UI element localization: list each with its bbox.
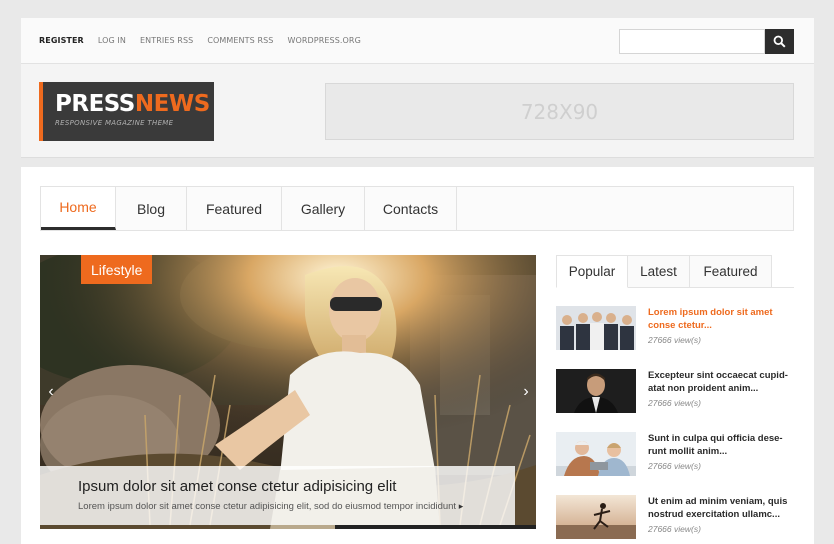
post-thumbnail[interactable]	[556, 495, 636, 539]
main-content: Home Blog Featured Gallery Contacts Life…	[21, 167, 814, 544]
logo-wordmark: PRESSNEWS	[55, 90, 214, 118]
tab-popular[interactable]: Popular	[556, 255, 628, 288]
post-views: 27666 view(s)	[648, 461, 701, 471]
entries-rss-link[interactable]: ENTRIES RSS	[140, 36, 193, 45]
list-item[interactable]: Lorem ipsum dolor sit amet conse ctetur.…	[556, 306, 796, 352]
post-title[interactable]: Ut enim ad minim veniam, quis nostrud ex…	[648, 495, 796, 521]
logo-press: PRESS	[55, 91, 135, 117]
couple-laptop-image	[556, 432, 636, 476]
slide-title[interactable]: Ipsum dolor sit amet conse ctetur adipis…	[78, 478, 515, 495]
comments-rss-link[interactable]: COMMENTS RSS	[207, 36, 273, 45]
wordpress-org-link[interactable]: WORDPRESS.ORG	[287, 36, 360, 45]
post-views: 27666 view(s)	[648, 398, 701, 408]
runner-beach-image	[556, 495, 636, 539]
sidebar-tabs: Popular Latest Featured	[556, 255, 794, 288]
post-thumbnail[interactable]	[556, 306, 636, 350]
business-team-image	[556, 306, 636, 350]
businessman-image	[556, 369, 636, 413]
slide-excerpt: Lorem ipsum dolor sit amet conse ctetur …	[78, 501, 515, 512]
category-badge[interactable]: Lifestyle	[81, 255, 153, 284]
read-more-icon[interactable]: ▸	[459, 501, 464, 511]
post-views: 27666 view(s)	[648, 524, 701, 534]
ad-banner[interactable]: 728X90	[325, 83, 794, 140]
nav-home[interactable]: Home	[41, 187, 116, 230]
slider-next-arrow[interactable]: ›	[519, 382, 533, 402]
post-thumbnail[interactable]	[556, 369, 636, 413]
post-thumbnail[interactable]	[556, 432, 636, 476]
search-icon	[773, 35, 786, 48]
logo-news: NEWS	[134, 91, 210, 117]
top-bar: REGISTER LOG IN ENTRIES RSS COMMENTS RSS…	[21, 18, 814, 64]
search-input[interactable]	[619, 29, 765, 54]
logo-tagline: RESPONSIVE MAGAZINE THEME	[55, 119, 174, 127]
list-item[interactable]: Excepteur sint occaecat cupid-atat non p…	[556, 369, 796, 415]
register-link[interactable]: REGISTER	[39, 36, 84, 45]
featured-slider[interactable]: Lifestyle ‹ › Ipsum dolor sit amet conse…	[40, 255, 536, 529]
tab-latest[interactable]: Latest	[628, 255, 690, 288]
nav-blog[interactable]: Blog	[116, 187, 187, 230]
login-link[interactable]: LOG IN	[98, 36, 126, 45]
site-header: PRESSNEWS RESPONSIVE MAGAZINE THEME 728X…	[21, 64, 814, 158]
list-item[interactable]: Ut enim ad minim veniam, quis nostrud ex…	[556, 495, 796, 541]
nav-contacts[interactable]: Contacts	[365, 187, 457, 230]
slide-caption: Ipsum dolor sit amet conse ctetur adipis…	[40, 466, 515, 525]
ad-banner-label: 728X90	[520, 99, 599, 124]
tab-featured[interactable]: Featured	[690, 255, 772, 288]
nav-gallery[interactable]: Gallery	[282, 187, 365, 230]
post-title[interactable]: Excepteur sint occaecat cupid-atat non p…	[648, 369, 796, 395]
list-item[interactable]: Sunt in culpa qui officia dese-runt moll…	[556, 432, 796, 478]
slider-progress-bar	[335, 525, 536, 529]
nav-featured[interactable]: Featured	[187, 187, 282, 230]
post-views: 27666 view(s)	[648, 335, 701, 345]
slide-excerpt-text: Lorem ipsum dolor sit amet conse ctetur …	[78, 501, 457, 512]
top-links: REGISTER LOG IN ENTRIES RSS COMMENTS RSS…	[39, 36, 361, 45]
post-title[interactable]: Lorem ipsum dolor sit amet conse ctetur.…	[648, 306, 796, 332]
search-form	[619, 29, 794, 54]
main-nav: Home Blog Featured Gallery Contacts	[40, 186, 794, 231]
post-title[interactable]: Sunt in culpa qui officia dese-runt moll…	[648, 432, 796, 458]
slider-prev-arrow[interactable]: ‹	[44, 382, 58, 402]
site-logo[interactable]: PRESSNEWS RESPONSIVE MAGAZINE THEME	[39, 82, 214, 141]
search-button[interactable]	[765, 29, 794, 54]
